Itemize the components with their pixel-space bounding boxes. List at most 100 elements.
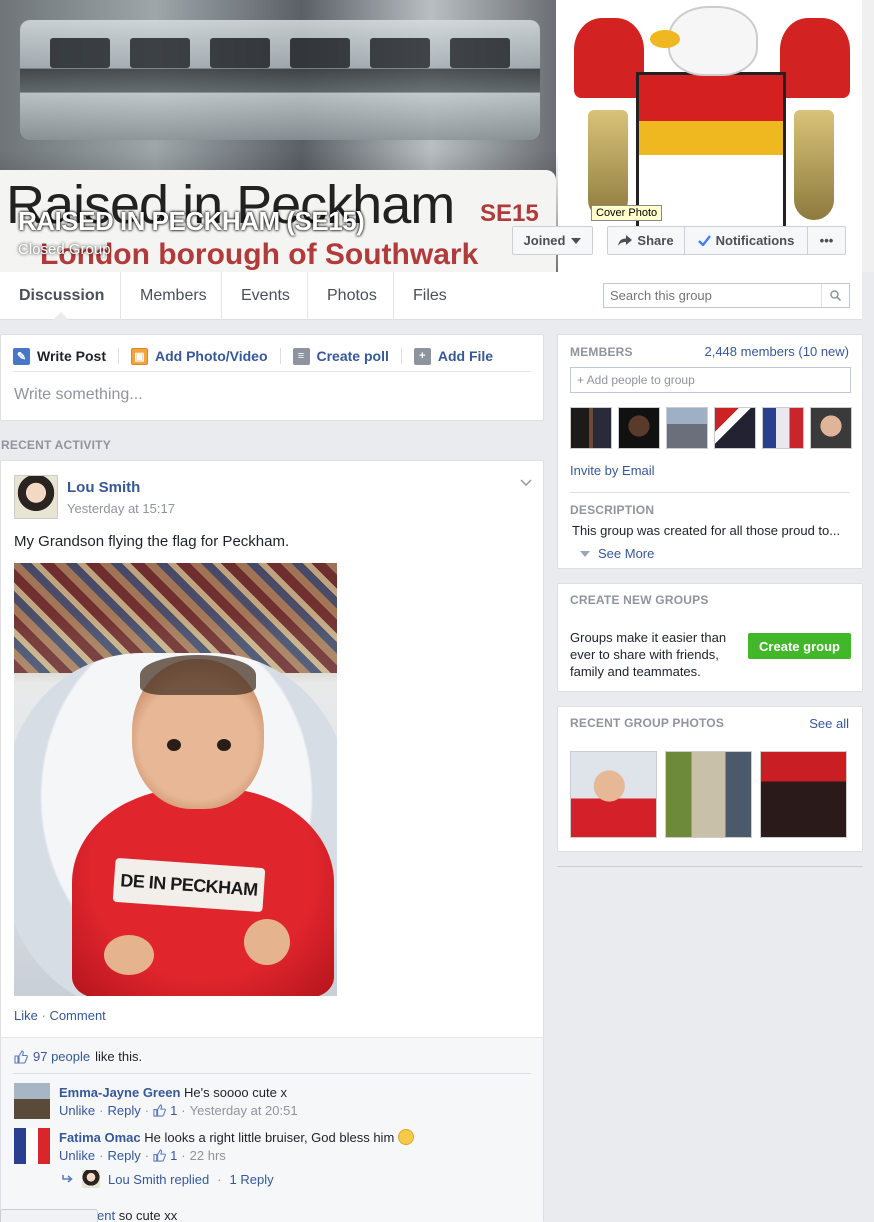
cover-bus-image (20, 20, 540, 140)
post-timestamp[interactable]: Yesterday at 15:17 (67, 501, 175, 516)
right-column-rule (557, 866, 863, 867)
member-avatar[interactable] (762, 407, 804, 449)
post-author-name[interactable]: Lou Smith (67, 479, 140, 496)
members-count-link[interactable]: 2,448 members (10 new) (704, 344, 849, 359)
comment-time[interactable]: Yesterday at 20:51 (190, 1103, 298, 1118)
search-button[interactable] (821, 284, 849, 307)
reply-link[interactable]: Reply (107, 1103, 140, 1118)
cover-sign-code: SE15 (480, 200, 539, 227)
chevron-down-icon (571, 237, 582, 244)
photo-icon: ▣ (130, 347, 148, 365)
create-group-button[interactable]: Create group (748, 633, 851, 659)
tab-events[interactable]: Events (222, 272, 308, 320)
see-more-label: See More (598, 546, 655, 561)
tab-files[interactable]: Files (394, 272, 464, 320)
comment-link[interactable]: Comment (49, 1008, 105, 1023)
create-poll-label: Create poll (316, 348, 389, 364)
member-avatar[interactable] (666, 407, 708, 449)
comment-text: He looks a right little bruiser, God ble… (144, 1130, 395, 1145)
add-file-tab[interactable]: + Add File (413, 347, 505, 365)
notifications-label: Notifications (715, 233, 795, 248)
commenter-avatar[interactable] (14, 1128, 50, 1164)
replies-summary[interactable]: Lou Smith replied · 1 Reply (62, 1170, 274, 1188)
comment-time[interactable]: 22 hrs (190, 1148, 226, 1163)
recent-photos-card: RECENT GROUP PHOTOS See all (557, 706, 863, 852)
write-something-input[interactable]: Write something... (14, 386, 143, 404)
recent-photo-thumbnails (570, 751, 847, 838)
active-tab-pointer (52, 312, 70, 321)
commenter-name[interactable]: Emma-Jayne Green (59, 1085, 180, 1100)
group-search (603, 283, 850, 308)
create-groups-card: CREATE NEW GROUPS Groups make it easier … (557, 583, 863, 692)
like-link[interactable]: Like (14, 1008, 38, 1023)
post-actions: Like · Comment (14, 1008, 106, 1023)
tab-members[interactable]: Members (121, 272, 222, 320)
joined-button[interactable]: Joined (512, 226, 593, 255)
likes-count-link[interactable]: 97 people (33, 1049, 90, 1064)
add-people-input[interactable]: + Add people to group (570, 367, 851, 393)
member-thumbnails (570, 407, 852, 449)
members-card: MEMBERS 2,448 members (10 new) + Add peo… (557, 334, 863, 569)
reply-summary-count[interactable]: 1 Reply (230, 1172, 274, 1187)
add-photo-video-label: Add Photo/Video (154, 348, 268, 364)
see-all-link[interactable]: See all (809, 716, 849, 731)
member-avatar[interactable] (570, 407, 612, 449)
search-input[interactable] (604, 284, 821, 307)
post-photo[interactable]: DE IN PECKHAM (14, 563, 337, 996)
pencil-icon: ✎ (13, 347, 30, 365)
unlike-link[interactable]: Unlike (59, 1103, 95, 1118)
see-more-link[interactable]: See More (580, 546, 654, 561)
chevron-down-icon (580, 550, 590, 557)
group-title[interactable]: RAISED IN PECKHAM (SE15) (18, 206, 365, 237)
comment-fragment: ent so cute xx (97, 1208, 177, 1222)
joined-label: Joined (523, 233, 566, 248)
unlike-link[interactable]: Unlike (59, 1148, 95, 1163)
notifications-button[interactable]: Notifications (685, 227, 808, 254)
commenter-name[interactable]: Fatima Omac (59, 1130, 141, 1145)
add-photo-video-tab[interactable]: ▣ Add Photo/Video (130, 347, 281, 365)
recent-photo-thumb[interactable] (665, 751, 752, 838)
comment-body: Emma-Jayne Green He's soooo cute x (59, 1083, 287, 1102)
reply-summary-name: Lou Smith replied (108, 1171, 210, 1187)
comment-meta: Unlike · Reply · 1 · Yesterday at 20:51 (59, 1103, 298, 1118)
fragment-text: so cute xx (118, 1208, 178, 1222)
fragment-link[interactable]: ent (97, 1208, 115, 1222)
description-heading: DESCRIPTION (570, 503, 655, 517)
author-avatar[interactable] (14, 475, 58, 519)
comment-meta: Unlike · Reply · 1 · 22 hrs (59, 1148, 226, 1163)
post-composer: ✎ Write Post ▣ Add Photo/Video ≡ Create … (0, 334, 544, 421)
search-icon (830, 290, 841, 301)
cover-edge (862, 0, 874, 272)
create-poll-tab[interactable]: ≡ Create poll (292, 347, 402, 365)
comment-like-count[interactable]: 1 (170, 1103, 177, 1118)
chat-bar-tab[interactable] (0, 1209, 98, 1222)
tab-photos[interactable]: Photos (308, 272, 394, 320)
group-actions: Share Notifications ••• (607, 226, 846, 255)
thumbs-up-icon (153, 1149, 166, 1162)
likes-divider (13, 1073, 531, 1074)
add-file-icon: + (413, 347, 431, 365)
comment-body: Fatima Omac He looks a right little brui… (59, 1128, 414, 1147)
commenter-avatar[interactable] (14, 1083, 50, 1119)
member-avatar[interactable] (810, 407, 852, 449)
reply-link[interactable]: Reply (107, 1148, 140, 1163)
composer-divider (13, 371, 531, 372)
recent-activity-heading: RECENT ACTIVITY (1, 438, 111, 452)
likes-suffix: like this. (95, 1049, 143, 1064)
cover-photo-tooltip: Cover Photo (591, 205, 663, 221)
recent-photo-thumb[interactable] (570, 751, 657, 838)
invite-by-email-link[interactable]: Invite by Email (570, 463, 655, 478)
share-button[interactable]: Share (608, 227, 685, 254)
thumbs-up-icon (153, 1104, 166, 1117)
write-post-label: Write Post (37, 348, 106, 364)
poll-icon: ≡ (292, 347, 310, 365)
member-avatar[interactable] (618, 407, 660, 449)
checkmark-icon (697, 235, 711, 246)
post-options-chevron-icon[interactable] (520, 477, 532, 489)
more-options-button[interactable]: ••• (808, 227, 845, 254)
comment-like-count[interactable]: 1 (170, 1148, 177, 1163)
write-post-tab[interactable]: ✎ Write Post (13, 347, 119, 365)
member-avatar[interactable] (714, 407, 756, 449)
recent-photo-thumb[interactable] (760, 751, 847, 838)
post-text: My Grandson flying the flag for Peckham. (14, 533, 290, 550)
